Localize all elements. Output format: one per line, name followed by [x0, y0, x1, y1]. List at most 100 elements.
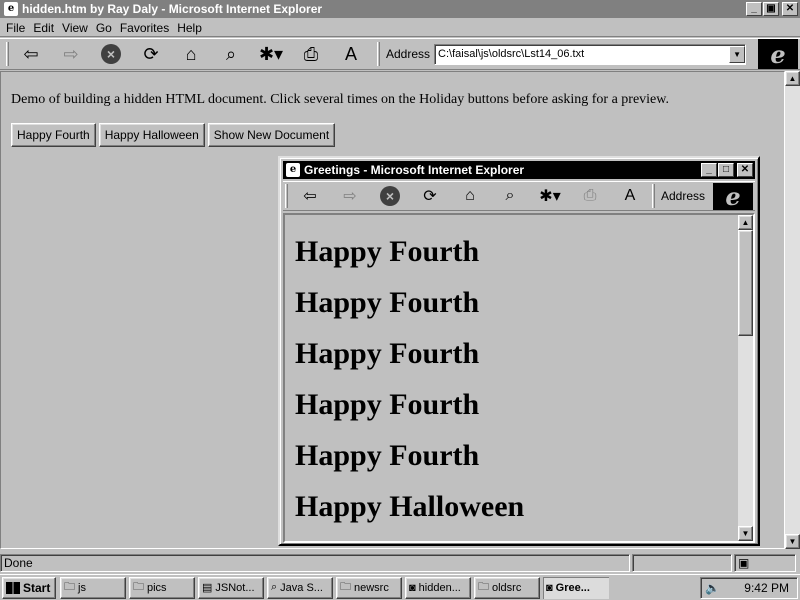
popup-ie-logo-icon: e [713, 182, 753, 211]
minimize-button[interactable]: _ [746, 2, 762, 16]
happy-halloween-button[interactable]: Happy Halloween [98, 123, 205, 147]
address-label: Address [386, 47, 431, 61]
greeting-line: Happy Halloween [295, 490, 525, 523]
font-icon[interactable]: A [331, 40, 371, 68]
task-label: js [78, 581, 86, 594]
stop-icon[interactable]: × [91, 40, 131, 68]
task-label: Java S... [280, 581, 323, 594]
task-label: pics [147, 581, 167, 594]
search-icon: ⌕ [271, 581, 278, 593]
main-title-bar[interactable]: e hidden.htm by Ray Daly - Microsoft Int… [0, 0, 800, 18]
address-grip[interactable] [377, 42, 380, 66]
menu-go[interactable]: Go [94, 21, 118, 35]
menu-file[interactable]: File [4, 21, 31, 35]
browser-icon: ◙ [409, 581, 416, 594]
popup-window-title: Greetings - Microsoft Internet Explorer [304, 163, 525, 177]
greeting-line: Happy Fourth [295, 388, 480, 421]
ie-window-icon[interactable]: e [4, 2, 18, 16]
forward-icon[interactable]: ⇨ [51, 40, 91, 68]
toolbar-grip[interactable] [6, 42, 9, 66]
home-icon[interactable]: ⌂ [171, 40, 211, 68]
system-tray: 🔈 9:42 PM [700, 576, 798, 599]
popup-forward-icon[interactable]: ⇨ [330, 182, 370, 210]
greeting-line: Happy Fourth [295, 337, 480, 370]
restore-button[interactable]: ▣ [763, 2, 779, 16]
document-icon: ▤ [202, 582, 213, 594]
popup-scroll-down-icon[interactable]: ▼ [738, 526, 753, 541]
task-pics[interactable]: 🗀 pics [129, 576, 195, 599]
task-newsrc[interactable]: 🗀 newsrc [336, 576, 402, 599]
page-description: Demo of building a hidden HTML document.… [11, 92, 669, 107]
speaker-icon[interactable]: 🔈 [705, 581, 720, 595]
task-label: oldsrc [492, 581, 522, 594]
popup-title-bar[interactable]: e Greetings - Microsoft Internet Explore… [283, 161, 755, 179]
popup-print-icon[interactable]: ⎙ [570, 182, 610, 210]
menu-bar: File Edit View Go Favorites Help [0, 19, 800, 37]
popup-refresh-icon[interactable]: ⟳ [410, 182, 450, 210]
menu-view[interactable]: View [60, 21, 94, 35]
chevron-down-icon[interactable]: ▼ [729, 45, 746, 63]
popup-ie-icon[interactable]: e [286, 163, 300, 177]
popup-back-icon[interactable]: ⇦ [290, 182, 330, 210]
status-bar: Done ▣ [0, 553, 800, 573]
task-label: Gree... [555, 581, 590, 594]
menu-favorites[interactable]: Favorites [118, 21, 175, 35]
popup-toolbar-grip[interactable] [285, 184, 288, 208]
status-text: Done [0, 554, 630, 572]
browser-icon: ◙ [546, 581, 553, 594]
popup-toolbar: ⇦ ⇨ × ⟳ ⌂ ⌕ ✱▾ ⎙ A Address e [283, 181, 755, 211]
popup-favorites-icon[interactable]: ✱▾ [530, 182, 570, 210]
main-toolbar: ⇦ ⇨ × ⟳ ⌂ ⌕ ✱▾ ⎙ A Address C:\faisal\js\… [0, 38, 800, 70]
main-vertical-scrollbar[interactable]: ▲ ▼ [785, 71, 800, 549]
print-icon[interactable]: ⎙ [291, 40, 331, 68]
popup-maximize-button[interactable]: □ [718, 163, 734, 177]
task-greetings[interactable]: ◙ Gree... [543, 576, 609, 599]
folder-icon: 🗀 [64, 581, 75, 593]
scroll-up-icon[interactable]: ▲ [785, 71, 800, 86]
popup-search-icon[interactable]: ⌕ [490, 182, 530, 210]
menu-help[interactable]: Help [175, 21, 208, 35]
favorites-icon[interactable]: ✱▾ [251, 40, 291, 68]
greeting-line: Happy Fourth [295, 235, 480, 268]
clock[interactable]: 9:42 PM [744, 581, 789, 595]
folder-icon: 🗀 [133, 581, 144, 593]
popup-scroll-thumb[interactable] [738, 230, 753, 336]
popup-stop-icon[interactable]: × [370, 182, 410, 210]
popup-address-label[interactable]: Address [661, 189, 705, 203]
popup-close-button[interactable]: ✕ [737, 163, 753, 177]
popup-scroll-up-icon[interactable]: ▲ [738, 215, 753, 230]
ie-logo-icon: e [758, 39, 798, 69]
start-button[interactable]: Start [2, 576, 56, 599]
task-jsnot[interactable]: ▤ JSNot... [198, 576, 264, 599]
popup-vertical-scrollbar[interactable]: ▲ ▼ [738, 215, 753, 541]
popup-home-icon[interactable]: ⌂ [450, 182, 490, 210]
popup-font-icon[interactable]: A [610, 182, 650, 210]
main-window-title: hidden.htm by Ray Daly - Microsoft Inter… [22, 2, 323, 16]
folder-icon: 🗀 [340, 581, 351, 593]
address-input[interactable]: C:\faisal\js\oldsrc\Lst14_06.txt ▼ [434, 43, 747, 65]
task-java-s[interactable]: ⌕ Java S... [267, 576, 333, 599]
popup-address-grip[interactable] [652, 184, 655, 208]
popup-minimize-button[interactable]: _ [701, 163, 717, 177]
windows-logo-icon [6, 581, 20, 594]
zone-icon: ▣ [734, 554, 796, 572]
popup-content: Happy Fourth Happy Fourth Happy Fourth H… [283, 213, 755, 543]
back-icon[interactable]: ⇦ [11, 40, 51, 68]
greeting-line: Happy Fourth [295, 286, 480, 319]
menu-edit[interactable]: Edit [31, 21, 60, 35]
happy-fourth-button[interactable]: Happy Fourth [11, 123, 96, 147]
status-progress [632, 554, 732, 572]
task-oldsrc[interactable]: 🗀 oldsrc [474, 576, 540, 599]
task-js[interactable]: 🗀 js [60, 576, 126, 599]
task-label: JSNot... [215, 581, 255, 594]
task-label: hidden... [418, 581, 461, 594]
show-new-document-button[interactable]: Show New Document [207, 123, 336, 147]
close-button[interactable]: ✕ [782, 2, 798, 16]
start-label: Start [23, 580, 51, 595]
refresh-icon[interactable]: ⟳ [131, 40, 171, 68]
address-value[interactable]: C:\faisal\js\oldsrc\Lst14_06.txt [438, 48, 729, 60]
scroll-down-icon[interactable]: ▼ [785, 534, 800, 549]
greetings-window: e Greetings - Microsoft Internet Explore… [278, 156, 760, 546]
search-icon[interactable]: ⌕ [211, 40, 251, 68]
task-hidden[interactable]: ◙ hidden... [405, 576, 471, 599]
